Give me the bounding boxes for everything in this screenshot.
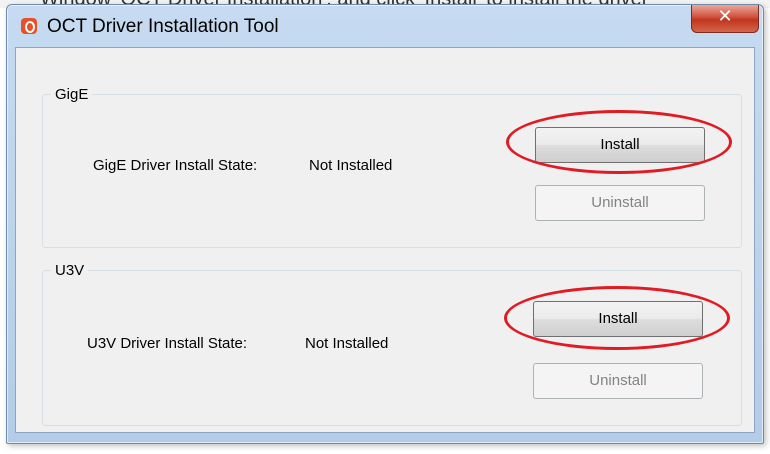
close-icon: ✕	[717, 6, 733, 27]
close-button[interactable]: ✕	[691, 5, 759, 33]
app-logo-icon	[21, 18, 37, 34]
title-bar[interactable]: OCT Driver Installation Tool ✕	[7, 5, 763, 47]
dialog-client-area: GigE GigE Driver Install State: Not Inst…	[15, 47, 755, 433]
window-title: OCT Driver Installation Tool	[47, 16, 279, 37]
u3v-group-box: U3V U3V Driver Install State: Not Instal…	[42, 262, 742, 426]
gige-state-label: GigE Driver Install State:	[93, 157, 258, 174]
gige-install-button[interactable]: Install	[535, 127, 705, 163]
u3v-state-label: U3V Driver Install State:	[87, 335, 248, 352]
gige-group-box: GigE GigE Driver Install State: Not Inst…	[42, 86, 742, 248]
u3v-group-legend: U3V	[51, 262, 89, 279]
u3v-state-value: Not Installed	[305, 335, 389, 352]
u3v-install-button[interactable]: Install	[533, 301, 703, 337]
u3v-uninstall-button[interactable]: Uninstall	[533, 363, 703, 399]
gige-uninstall-button[interactable]: Uninstall	[535, 185, 705, 221]
gige-state-value: Not Installed	[309, 157, 393, 174]
driver-installation-window: OCT Driver Installation Tool ✕ GigE GigE…	[6, 4, 764, 444]
gige-group-legend: GigE	[51, 86, 93, 103]
